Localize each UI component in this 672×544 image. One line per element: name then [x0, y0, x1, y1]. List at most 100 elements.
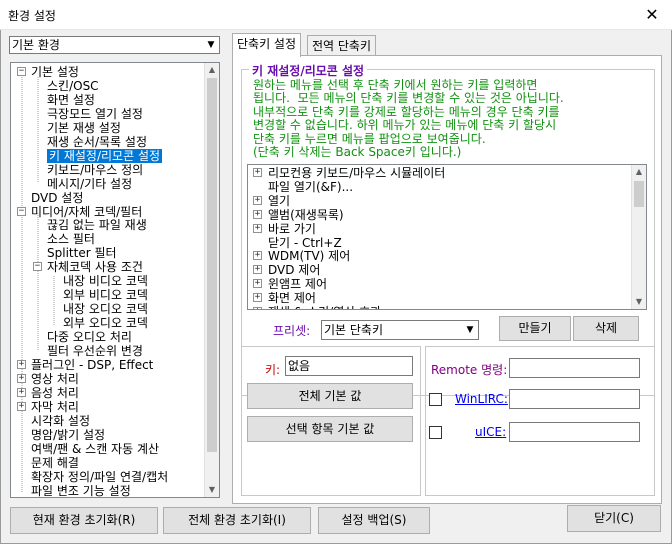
tree-item[interactable]: 자체코덱 사용 조건: [47, 260, 143, 274]
tab-global-shortcuts[interactable]: 전역 단축키: [307, 35, 377, 57]
menu-expander-icon[interactable]: +: [253, 265, 262, 275]
menu-item[interactable]: 리모컨용 키보드/마우스 시뮬레이터: [268, 166, 445, 180]
tree-item[interactable]: 기본 재생 설정: [47, 121, 121, 135]
profile-select[interactable]: 기본 환경 ▼: [9, 36, 220, 54]
preset-label: 프리셋:: [273, 324, 311, 338]
close-button[interactable]: 닫기(C): [567, 505, 661, 532]
tree-item[interactable]: 메시지/기타 설정: [47, 177, 132, 191]
reset-all-button[interactable]: 전체 환경 초기화(I): [163, 507, 311, 534]
preset-select[interactable]: 기본 단축키 ▼: [321, 320, 479, 340]
window-title: 환경 설정: [8, 9, 56, 23]
tree-item[interactable]: 재생 순서/목록 설정: [47, 135, 147, 149]
key-input[interactable]: 없음: [285, 356, 413, 376]
uice-link[interactable]: uICE:: [475, 425, 506, 439]
tree-expander-icon[interactable]: +: [17, 359, 26, 369]
tree-item[interactable]: 미디어/자체 코덱/필터: [31, 205, 142, 219]
tree-item[interactable]: 문제 해결: [31, 456, 79, 470]
menu-item[interactable]: 닫기 - Ctrl+Z: [268, 236, 342, 250]
tree-scroll-thumb[interactable]: [207, 78, 217, 452]
menu-item[interactable]: WDM(TV) 제어: [268, 249, 350, 263]
uice-input[interactable]: [509, 422, 640, 442]
create-preset-button[interactable]: 만들기: [499, 316, 571, 341]
menu-item[interactable]: 윈앰프 제어: [268, 277, 327, 291]
winlirc-input[interactable]: [509, 389, 640, 409]
chevron-down-icon: ▼: [207, 40, 215, 50]
menu-item[interactable]: 파일 열기(&F)...: [268, 180, 353, 194]
menu-item[interactable]: 재생 & 소리/영상 효과: [268, 305, 381, 309]
tree-item[interactable]: 외부 오디오 코덱: [63, 316, 148, 330]
tree-item[interactable]: 기본 설정: [31, 65, 79, 79]
scroll-up-icon[interactable]: ▲: [205, 63, 219, 77]
winlirc-checkbox[interactable]: [429, 393, 442, 406]
remote-command-input[interactable]: [509, 358, 640, 378]
group-title: 키 재설정/리모콘 설정: [249, 62, 368, 79]
tab-panel: 키 재설정/리모콘 설정 원하는 메뉴를 선택 후 단축 키에서 원하는 키를 …: [232, 55, 662, 504]
tree-item[interactable]: DVD 설정: [31, 191, 83, 205]
menu-tree[interactable]: ▲ ▼ + 리모컨용 키보드/마우스 시뮬레이터 파일 열기(&F)... + 열기 + 앨…: [247, 164, 647, 310]
tree-expander-icon[interactable]: +: [17, 387, 26, 397]
tree-item[interactable]: 외부 비디오 코덱: [63, 288, 148, 302]
remote-command-label: Remote 명령:: [431, 363, 508, 377]
delete-preset-button[interactable]: 삭제: [573, 316, 639, 341]
tree-item[interactable]: 끊김 없는 파일 재생: [47, 218, 147, 232]
menu-item[interactable]: 앨범(재생목록): [268, 208, 344, 222]
winlirc-link[interactable]: WinLIRC:: [455, 392, 508, 406]
tree-expander-icon[interactable]: −: [33, 262, 42, 272]
scroll-down-icon[interactable]: ▼: [205, 483, 219, 497]
tree-item[interactable]: Splitter 필터: [47, 246, 117, 260]
tab-shortcut-settings[interactable]: 단축키 설정: [232, 33, 302, 57]
menu-scrollbar[interactable]: ▲ ▼: [631, 165, 646, 309]
close-window-button[interactable]: ✕: [632, 0, 672, 30]
tree-expander-icon[interactable]: +: [17, 373, 26, 383]
menu-expander-icon[interactable]: +: [253, 168, 262, 177]
menu-scroll-thumb[interactable]: [634, 181, 644, 207]
settings-tree[interactable]: ▲ ▼ − 기본 설정 스킨/OSC 화면 설정 극장모드 열기 설정 기본 재생 설정 재…: [10, 62, 220, 498]
tree-item[interactable]: 확장자 정의/파일 연결/캡처: [31, 470, 168, 484]
tree-item[interactable]: 소스 필터: [47, 232, 95, 246]
tree-expander-icon[interactable]: −: [17, 67, 26, 76]
tab-label: 전역 단축키: [312, 39, 372, 53]
tree-item[interactable]: 필터 우선순위 변경: [47, 344, 143, 358]
tree-item[interactable]: 파일 변조 기능 설정: [31, 484, 131, 498]
tree-item[interactable]: 시각화 설정: [31, 414, 90, 428]
profile-select-value: 기본 환경: [12, 38, 60, 52]
menu-expander-icon[interactable]: +: [253, 293, 262, 303]
menu-expander-icon[interactable]: +: [253, 223, 262, 233]
tree-item[interactable]: 영상 처리: [31, 372, 79, 386]
description-text: 원하는 메뉴를 선택 후 단축 키에서 원하는 키를 입력하면 됩니다. 모든 …: [253, 78, 564, 160]
tree-item[interactable]: 화면 설정: [47, 93, 95, 107]
menu-expander-icon[interactable]: +: [253, 251, 262, 261]
tree-item[interactable]: 키 재설정/리모콘 설정: [47, 148, 163, 163]
menu-item[interactable]: 열기: [268, 194, 290, 208]
tree-item[interactable]: 여백/팬 & 스캔 자동 계산: [31, 442, 159, 456]
tree-item[interactable]: 다중 오디오 처리: [47, 330, 132, 344]
tree-item[interactable]: 명암/밝기 설정: [31, 428, 105, 442]
scroll-up-icon[interactable]: ▲: [632, 165, 646, 179]
menu-expander-icon[interactable]: +: [253, 195, 262, 205]
tree-item[interactable]: 스킨/OSC: [47, 79, 99, 93]
tree-item[interactable]: 극장모드 열기 설정: [47, 107, 143, 121]
selected-default-button[interactable]: 선택 항목 기본 값: [247, 416, 413, 442]
reset-current-button[interactable]: 현재 환경 초기화(R): [10, 507, 158, 534]
tree-item[interactable]: 음성 처리: [31, 386, 79, 400]
tree-item[interactable]: 내장 오디오 코덱: [63, 302, 148, 316]
menu-expander-icon[interactable]: +: [253, 307, 262, 309]
tree-expander-icon[interactable]: +: [17, 401, 26, 411]
menu-item[interactable]: 바로 가기: [268, 222, 316, 236]
all-default-button[interactable]: 전체 기본 값: [247, 383, 413, 409]
title-bar: 환경 설정 ✕: [0, 0, 672, 30]
tree-item[interactable]: 자막 처리: [31, 400, 79, 414]
tree-expander-icon[interactable]: −: [17, 206, 26, 216]
menu-item[interactable]: 화면 제어: [268, 291, 316, 305]
tree-item[interactable]: 플러그인 - DSP, Effect: [31, 358, 153, 372]
scroll-down-icon[interactable]: ▼: [632, 295, 646, 309]
uice-checkbox[interactable]: [429, 426, 442, 439]
tab-label: 단축키 설정: [237, 37, 297, 51]
menu-expander-icon[interactable]: +: [253, 209, 262, 219]
tree-scrollbar[interactable]: ▲ ▼: [204, 63, 219, 497]
tree-item[interactable]: 키보드/마우스 정의: [47, 163, 143, 177]
menu-expander-icon[interactable]: +: [253, 279, 262, 289]
backup-settings-button[interactable]: 설정 백업(S): [318, 507, 430, 534]
menu-item[interactable]: DVD 제어: [268, 263, 320, 277]
tree-item[interactable]: 내장 비디오 코덱: [63, 274, 148, 288]
